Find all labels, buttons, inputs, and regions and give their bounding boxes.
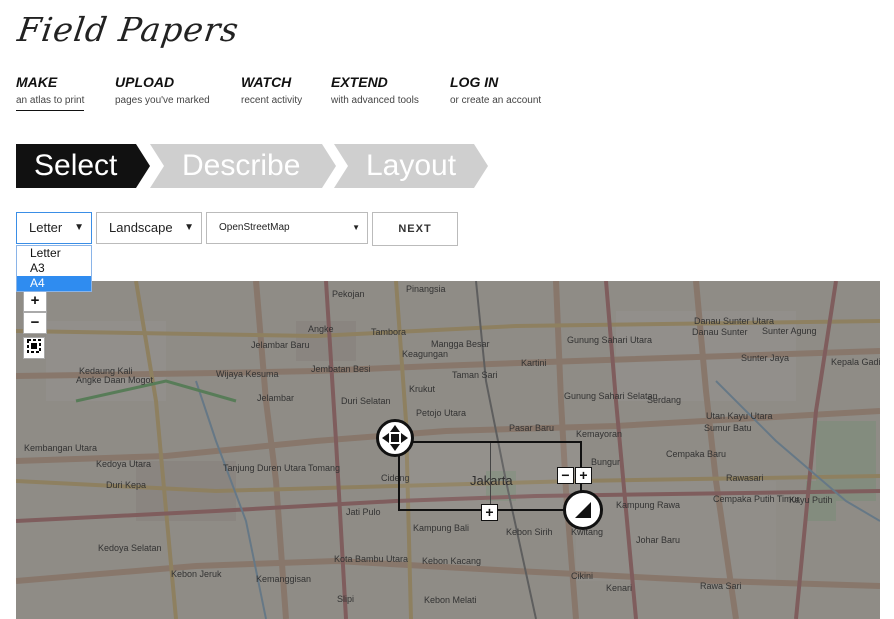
paper-size-value: Letter xyxy=(29,220,63,235)
nav-watch[interactable]: WATCH recent activity xyxy=(241,74,302,106)
zoom-out-button[interactable]: − xyxy=(23,312,47,334)
nav-upload-sub: pages you've marked xyxy=(115,95,210,106)
page-divider xyxy=(490,443,491,509)
map-provider-value: OpenStreetMap xyxy=(219,222,290,233)
nav-watch-title: WATCH xyxy=(241,74,292,90)
nav-upload-title: UPLOAD xyxy=(115,74,175,90)
next-button[interactable]: NEXT xyxy=(372,212,458,246)
nav-make-sub: an atlas to print xyxy=(16,95,85,106)
nav-extend-title: EXTEND xyxy=(331,74,388,90)
nav-make-title: MAKE xyxy=(16,74,58,90)
paper-option-a3[interactable]: A3 xyxy=(17,261,91,276)
chevron-down-icon: ▼ xyxy=(184,222,194,233)
map-provider-select[interactable]: OpenStreetMap ▼ xyxy=(206,212,368,244)
step-describe[interactable]: Describe xyxy=(150,144,336,188)
nav-login-sub: or create an account xyxy=(450,95,542,106)
paper-size-select[interactable]: Letter ▼ xyxy=(16,212,92,244)
nav-login[interactable]: LOG IN or create an account xyxy=(450,74,541,106)
nav-extend[interactable]: EXTEND with advanced tools xyxy=(331,74,419,106)
orientation-select[interactable]: Landscape ▼ xyxy=(96,212,202,244)
orientation-value: Landscape xyxy=(109,220,173,235)
paper-option-a4[interactable]: A4 xyxy=(17,276,91,291)
map-view[interactable]: Pinangsia Pekojan Angke Tambora Jelambar Bar… xyxy=(16,281,880,619)
wizard-steps: Select Describe Layout xyxy=(16,144,496,188)
paper-size-dropdown: Letter A3 A4 xyxy=(16,245,92,292)
nav-watch-sub: recent activity xyxy=(241,95,303,106)
step-layout[interactable]: Layout xyxy=(334,144,488,188)
zoom-in-button[interactable]: + xyxy=(23,290,47,312)
chevron-down-icon: ▼ xyxy=(352,223,360,232)
field-papers-logo[interactable]: Field Papers xyxy=(15,10,241,49)
step-select[interactable]: Select xyxy=(16,144,150,188)
resize-handle-icon[interactable] xyxy=(563,490,603,530)
remove-page-button[interactable]: − xyxy=(557,467,574,484)
paper-option-letter[interactable]: Letter xyxy=(17,246,91,261)
nav-login-title: LOG IN xyxy=(450,74,499,90)
add-row-button[interactable]: + xyxy=(481,504,498,521)
chevron-down-icon: ▼ xyxy=(74,222,84,233)
box-select-icon[interactable] xyxy=(23,337,45,359)
add-page-button[interactable]: + xyxy=(575,467,592,484)
print-area-selection[interactable] xyxy=(398,441,582,511)
nav-make[interactable]: MAKE an atlas to print xyxy=(16,74,85,111)
move-handle-icon[interactable] xyxy=(376,419,414,457)
nav-extend-sub: with advanced tools xyxy=(331,95,419,106)
nav-upload[interactable]: UPLOAD pages you've marked xyxy=(115,74,210,106)
